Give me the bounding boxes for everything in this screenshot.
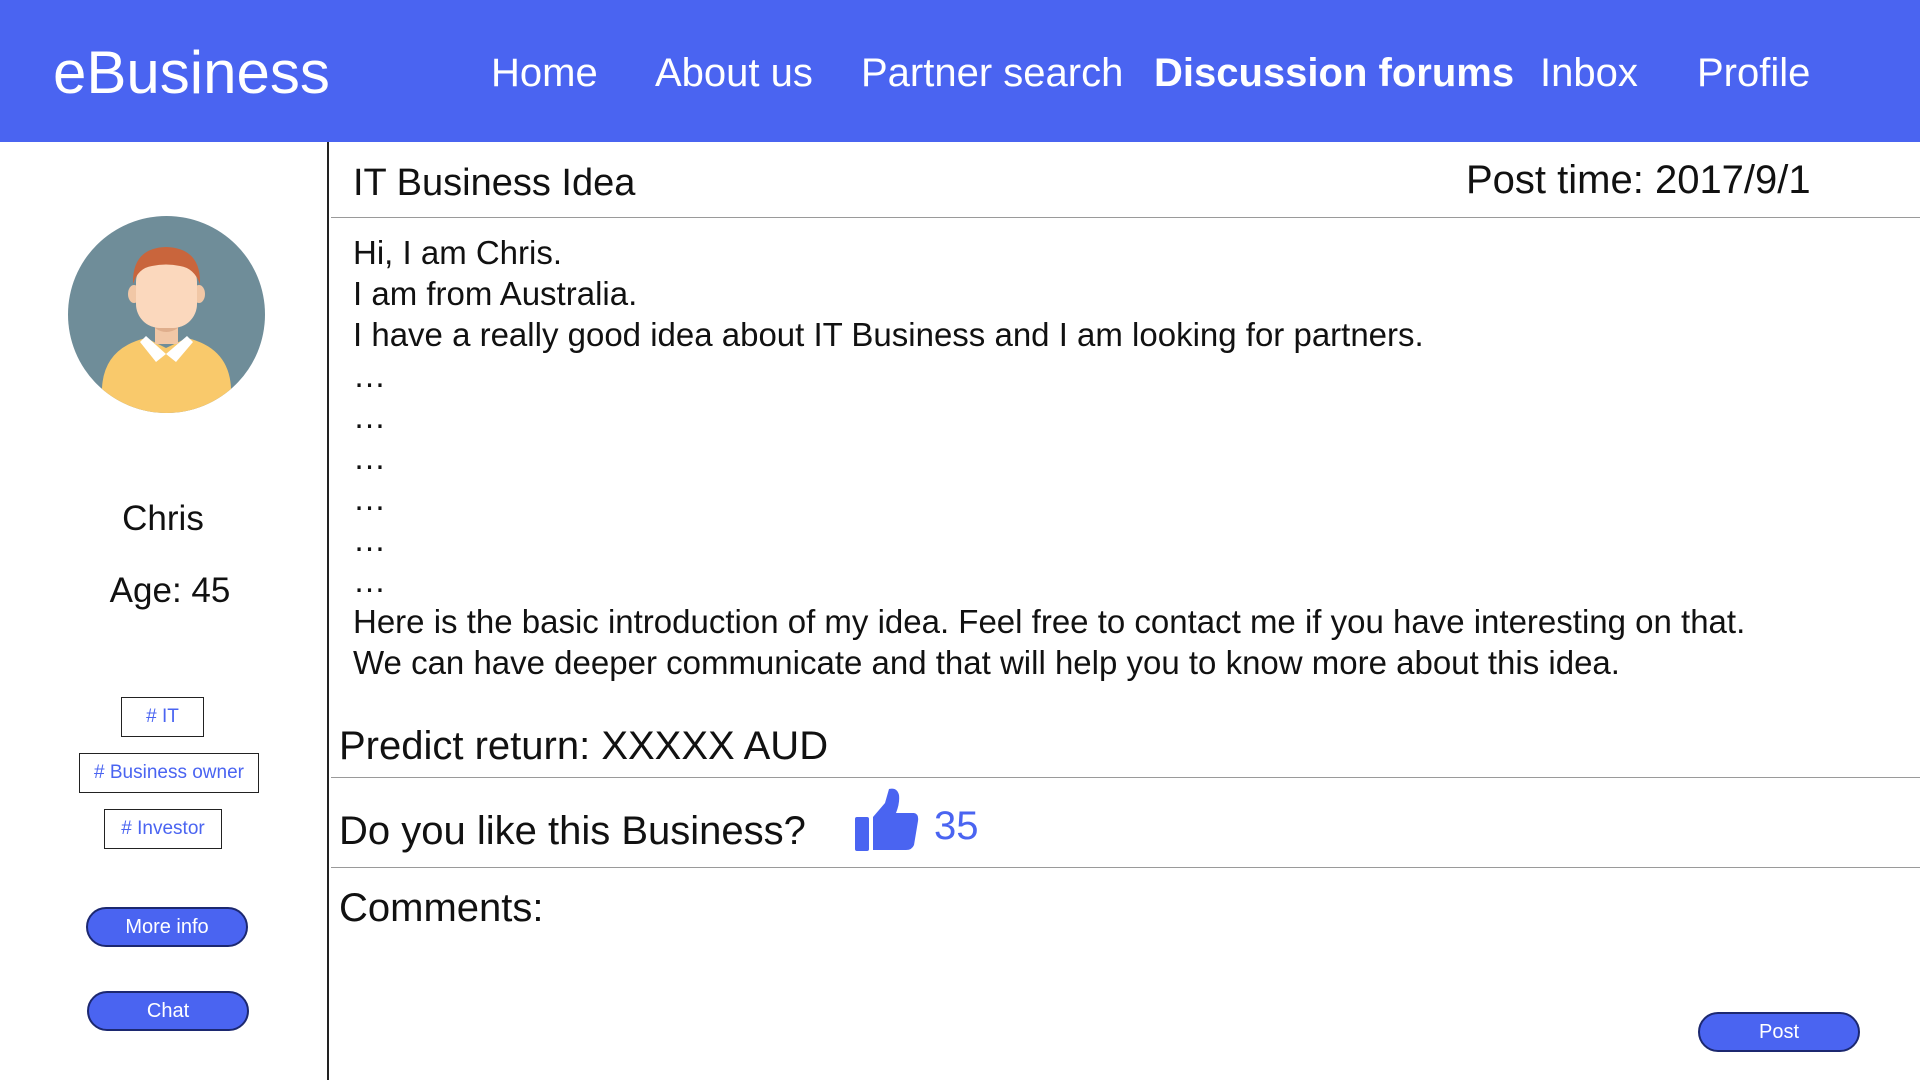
- like-question: Do you like this Business?: [339, 809, 806, 853]
- nav-profile[interactable]: Profile: [1697, 48, 1810, 98]
- tag-business-owner[interactable]: # Business owner: [79, 753, 259, 793]
- post-body-line: I am from Australia.: [353, 275, 638, 312]
- divider: [331, 867, 1920, 868]
- nav-home[interactable]: Home: [491, 48, 598, 98]
- tag-investor[interactable]: # Investor: [104, 809, 222, 849]
- post-comment-button[interactable]: Post: [1698, 1012, 1860, 1052]
- post-body-line: Here is the basic introduction of my ide…: [353, 603, 1746, 640]
- like-count: 35: [934, 804, 979, 848]
- post-body-line: …: [353, 439, 386, 476]
- user-sidebar: Chris Age: 45 # IT # Business owner # In…: [0, 142, 329, 1080]
- tag-it[interactable]: # IT: [121, 697, 204, 737]
- post-body-line: …: [353, 357, 386, 394]
- chat-button[interactable]: Chat: [87, 991, 249, 1031]
- post-body-line: …: [353, 521, 386, 558]
- divider: [331, 777, 1920, 778]
- top-navigation-bar: eBusiness Home About us Partner search D…: [0, 0, 1920, 142]
- user-name: Chris: [122, 499, 204, 538]
- thumbs-up-icon[interactable]: [854, 787, 920, 853]
- post-panel: IT Business Idea Post time: 2017/9/1 Hi,…: [331, 142, 1920, 1080]
- comments-label: Comments:: [339, 886, 544, 930]
- nav-discussion-forums[interactable]: Discussion forums: [1154, 48, 1514, 98]
- more-info-button[interactable]: More info: [86, 907, 248, 947]
- nav-partner-search[interactable]: Partner search: [861, 48, 1123, 98]
- nav-about-us[interactable]: About us: [655, 48, 813, 98]
- divider: [331, 217, 1920, 218]
- post-body-line: …: [353, 480, 386, 517]
- post-body-line: …: [353, 562, 386, 599]
- post-title: IT Business Idea: [353, 162, 636, 204]
- post-time: Post time: 2017/9/1: [1466, 158, 1811, 202]
- post-body-line: We can have deeper communicate and that …: [353, 644, 1620, 681]
- predict-return: Predict return: XXXXX AUD: [339, 724, 829, 768]
- post-body-line: …: [353, 398, 386, 435]
- post-body: Hi, I am Chris. I am from Australia. I h…: [353, 232, 1913, 683]
- brand-logo[interactable]: eBusiness: [53, 38, 330, 108]
- user-age: Age: 45: [109, 571, 231, 610]
- post-body-line: I have a really good idea about IT Busin…: [353, 316, 1424, 353]
- post-body-line: Hi, I am Chris.: [353, 234, 563, 271]
- nav-inbox[interactable]: Inbox: [1540, 48, 1638, 98]
- user-avatar-icon: [68, 216, 265, 413]
